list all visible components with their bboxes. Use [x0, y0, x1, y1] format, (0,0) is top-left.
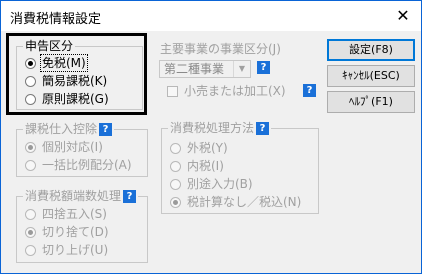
radio-separate-input-button[interactable] [170, 179, 181, 190]
radio-round-up-button[interactable] [25, 245, 36, 256]
radio-tax-exclusive[interactable]: 外税(Y) [170, 140, 228, 156]
radio-proportional[interactable]: 一括比例配分(A) [25, 157, 132, 173]
main-business-value: 第二種事業 [164, 62, 225, 76]
radio-exempt[interactable]: 免税(M) [25, 54, 88, 72]
retail-checkbox-label: 小売または加工(X) [184, 84, 286, 98]
dialog-window: 消費税情報設定 ✕ 申告区分 免税(M) 簡易課税(K) 原則課税(G) 主要事… [0, 0, 422, 274]
radio-simplified[interactable]: 簡易課税(K) [25, 73, 107, 89]
settings-button[interactable]: 設定(F8) [327, 39, 415, 61]
purchase-deduction-label-wrap: 課税仕入控除? [23, 122, 115, 136]
retail-checkbox[interactable]: 小売または加工(X) [167, 83, 286, 99]
radio-separate-input-label: 別途入力(B) [187, 177, 253, 191]
rounding-help-icon[interactable]: ? [123, 190, 137, 203]
radio-simplified-button[interactable] [25, 76, 36, 87]
radio-round-down-label: 切り捨て(D) [42, 225, 109, 239]
radio-round-down-button[interactable] [25, 227, 36, 238]
radio-round-up-label: 切り上げ(U) [42, 243, 109, 257]
chevron-down-icon: ▼ [233, 61, 250, 77]
cancel-button[interactable]: ｷｬﾝｾﾙ(ESC) [327, 65, 415, 87]
radio-no-tax-label: 税計算なし／税込(N) [187, 195, 302, 209]
radio-tax-inclusive-label: 内税(I) [187, 159, 224, 173]
radio-simplified-label: 簡易課税(K) [42, 74, 108, 88]
retail-help-icon[interactable]: ? [303, 84, 316, 97]
title-bar: 消費税情報設定 ✕ [1, 1, 421, 31]
radio-tax-exclusive-button[interactable] [170, 143, 181, 154]
window-title: 消費税情報設定 [10, 12, 102, 27]
tax-method-label-wrap: 消費税処理方法? [168, 121, 272, 135]
tax-method-help-icon[interactable]: ? [256, 122, 270, 135]
rounding-label-wrap: 消費税額端数処理? [23, 189, 139, 203]
close-icon[interactable]: ✕ [385, 1, 421, 31]
main-business-select[interactable]: 第二種事業 ▼ [159, 60, 251, 78]
purchase-deduction-label: 課税仕入控除 [25, 122, 98, 136]
radio-proportional-label: 一括比例配分(A) [42, 158, 132, 172]
radio-principle[interactable]: 原則課税(G) [25, 91, 109, 107]
radio-round-half-button[interactable] [25, 209, 36, 220]
radio-round-up[interactable]: 切り上げ(U) [25, 242, 108, 258]
dialog-content: 申告区分 免税(M) 簡易課税(K) 原則課税(G) 主要事業の事業区分(J) … [1, 31, 421, 273]
tax-method-group: 消費税処理方法? 外税(Y) 内税(I) 別途入力(B) 税計算なし／税込(N) [161, 121, 319, 214]
radio-individual[interactable]: 個別対応(I) [25, 139, 103, 155]
radio-no-tax[interactable]: 税計算なし／税込(N) [170, 194, 301, 210]
radio-exempt-button[interactable] [25, 58, 36, 69]
radio-tax-inclusive[interactable]: 内税(I) [170, 158, 224, 174]
radio-round-half-label: 四捨五入(S) [42, 207, 107, 221]
retail-checkbox-box[interactable] [167, 86, 178, 97]
main-business-label: 主要事業の事業区分(J) [160, 42, 281, 56]
radio-no-tax-button[interactable] [170, 197, 181, 208]
help-button[interactable]: ﾍﾙﾌﾟ(F1) [327, 91, 415, 113]
radio-principle-button[interactable] [25, 94, 36, 105]
tax-category-group: 申告区分 免税(M) 簡易課税(K) 原則課税(G) [16, 39, 143, 110]
radio-exempt-label: 免税(M) [40, 54, 88, 72]
radio-round-down[interactable]: 切り捨て(D) [25, 224, 109, 240]
radio-round-half[interactable]: 四捨五入(S) [25, 206, 107, 222]
radio-tax-inclusive-button[interactable] [170, 161, 181, 172]
rounding-group: 消費税額端数処理? 四捨五入(S) 切り捨て(D) 切り上げ(U) [16, 189, 148, 263]
tax-method-label: 消費税処理方法 [170, 121, 255, 135]
main-business-help-icon[interactable]: ? [257, 61, 270, 74]
rounding-label: 消費税額端数処理 [25, 189, 122, 203]
tax-category-label: 申告区分 [23, 39, 76, 53]
radio-proportional-button[interactable] [25, 160, 36, 171]
radio-individual-label: 個別対応(I) [42, 140, 103, 154]
radio-individual-button[interactable] [25, 142, 36, 153]
radio-tax-exclusive-label: 外税(Y) [187, 141, 228, 155]
purchase-deduction-help-icon[interactable]: ? [99, 123, 113, 136]
radio-principle-label: 原則課税(G) [42, 92, 109, 106]
radio-separate-input[interactable]: 別途入力(B) [170, 176, 253, 192]
purchase-deduction-group: 課税仕入控除? 個別対応(I) 一括比例配分(A) [16, 122, 148, 177]
